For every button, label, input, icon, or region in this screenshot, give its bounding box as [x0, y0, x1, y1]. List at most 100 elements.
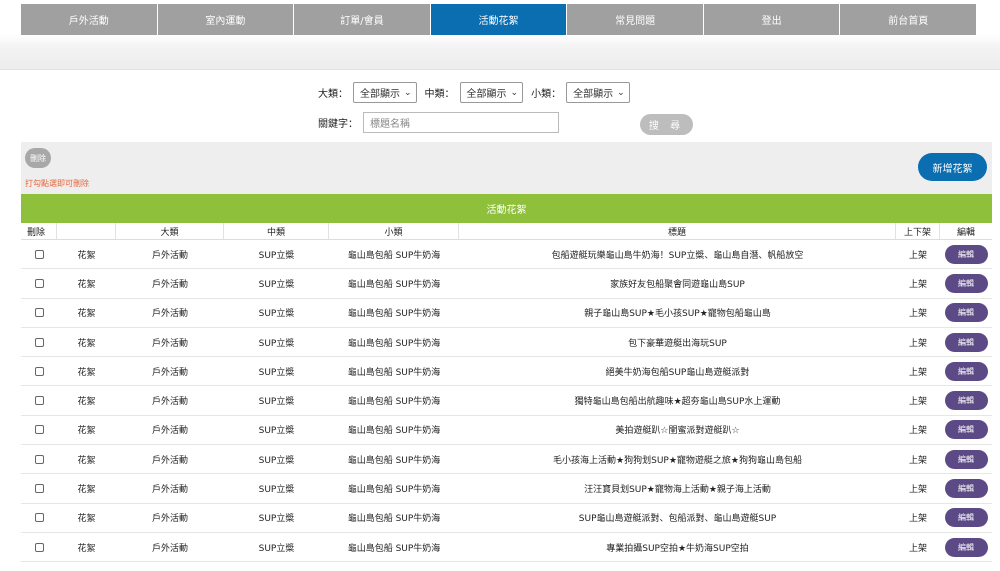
edit-button[interactable]: 編輯: [944, 479, 988, 499]
row-status: 上架: [908, 309, 927, 320]
table-row: 花絮 戶外活動 SUP立槳 龜山島包船 SUP牛奶海 SUP龜山島遊艇派對、包船派對、龜…: [21, 504, 992, 533]
delete-checkbox[interactable]: [34, 425, 44, 435]
row-status: 上架: [908, 514, 927, 525]
delete-checkbox[interactable]: [34, 337, 44, 347]
row-title: 毛小孩海上活動★狗狗划SUP★寵物遊艇之旅★狗狗龜山島包船: [553, 455, 802, 466]
mid-category-select-value: 全部顯示: [466, 89, 507, 100]
nav-item-outdoor[interactable]: 戶外活動: [21, 4, 158, 35]
add-highlight-button[interactable]: 新增花絮: [918, 153, 987, 181]
row-mid-category: SUP立槳: [258, 397, 295, 408]
row-small-category: 龜山島包船 SUP牛奶海: [347, 485, 441, 496]
row-type: 花絮: [77, 455, 96, 466]
edit-button[interactable]: 編輯: [944, 303, 988, 323]
table-row: 花絮 戶外活動 SUP立槳 龜山島包船 SUP牛奶海 家族好友包船聚會同遊龜山島SUP 上…: [21, 269, 992, 299]
small-category-select-value: 全部顯示: [573, 89, 614, 100]
row-edit-cell: 編輯: [940, 533, 992, 561]
nav-item-highlights[interactable]: 活動花絮: [430, 4, 568, 35]
category-select-value: 全部顯示: [360, 89, 400, 100]
row-checkbox-cell: [21, 240, 57, 268]
search-button[interactable]: 搜 尋: [640, 114, 693, 135]
row-mid-category: SUP立槳: [258, 543, 295, 554]
edit-button[interactable]: 編輯: [944, 273, 988, 293]
nav-item-orders[interactable]: 訂單/會員: [294, 4, 431, 35]
row-checkbox-cell: [21, 416, 57, 444]
small-category-select[interactable]: 全部顯示 ⌄: [566, 82, 630, 103]
delete-checkbox[interactable]: [34, 249, 44, 259]
row-edit-cell: 編輯: [940, 504, 992, 532]
edit-button[interactable]: 編輯: [944, 361, 988, 381]
table-row: 花絮 戶外活動 SUP立槳 龜山島包船 SUP牛奶海 美拍遊艇趴☆閨蜜派對遊艇趴☆ 上架 編…: [21, 416, 992, 446]
nav-item-faq[interactable]: 常見問題: [567, 4, 704, 35]
delete-checkbox[interactable]: [34, 396, 44, 406]
table-row: 花絮 戶外活動 SUP立槳 龜山島包船 SUP牛奶海 包船遊艇玩樂龜山島牛奶海！SUP立…: [21, 240, 992, 270]
chevron-down-icon: ⌄: [404, 87, 412, 98]
delete-button[interactable]: 刪除: [25, 148, 51, 168]
mid-category-select[interactable]: 全部顯示 ⌄: [459, 82, 524, 103]
row-category: 戶外活動: [151, 514, 188, 525]
header-edit: 編輯: [956, 227, 975, 238]
section-banner: 活動花絮: [21, 194, 992, 223]
table-row: 花絮 戶外活動 SUP立槳 龜山島包船 SUP牛奶海 絕美牛奶海包船SUP龜山島遊艇派對…: [21, 357, 992, 387]
delete-checkbox[interactable]: [34, 366, 44, 376]
row-edit-cell: 編輯: [940, 416, 992, 444]
row-small-category: 龜山島包船 SUP牛奶海: [347, 543, 441, 554]
row-status: 上架: [908, 543, 927, 554]
row-status: 上架: [908, 397, 927, 408]
edit-button[interactable]: 編輯: [944, 537, 988, 557]
edit-button[interactable]: 編輯: [944, 420, 988, 440]
row-title: SUP龜山島遊艇派對、包船派對、龜山島遊艇SUP: [578, 514, 777, 525]
row-mid-category: SUP立槳: [258, 426, 295, 437]
row-small-category: 龜山島包船 SUP牛奶海: [347, 338, 441, 349]
delete-hint: 打勾點選即可刪除: [25, 179, 89, 188]
delete-checkbox[interactable]: [34, 454, 44, 464]
edit-button[interactable]: 編輯: [944, 449, 988, 469]
row-title: 包船遊艇玩樂龜山島牛奶海！SUP立槳、龜山島自潛、帆船放空: [551, 250, 804, 261]
row-status: 上架: [908, 367, 927, 378]
row-checkbox-cell: [21, 533, 57, 561]
edit-button[interactable]: 編輯: [944, 332, 988, 352]
table-row: 花絮 戶外活動 SUP立槳 龜山島包船 SUP牛奶海 毛小孩海上活動★狗狗划SUP★寵物…: [21, 445, 992, 475]
category-select[interactable]: 全部顯示 ⌄: [353, 82, 417, 103]
table-header: 刪除 大類 中類 小類 標題 上下架 編輯: [21, 223, 992, 240]
row-checkbox-cell: [21, 269, 57, 297]
edit-button[interactable]: 編輯: [944, 244, 988, 264]
nav-item-indoor[interactable]: 室內運動: [157, 4, 295, 35]
nav-item-logout[interactable]: 登出: [703, 4, 841, 35]
row-status: 上架: [908, 485, 927, 496]
edit-button[interactable]: 編輯: [944, 391, 988, 411]
header-small-category: 小類: [329, 223, 459, 239]
nav-item-frontend-home[interactable]: 前台首頁: [840, 4, 977, 35]
row-category: 戶外活動: [151, 309, 188, 320]
row-small-category: 龜山島包船 SUP牛奶海: [347, 426, 441, 437]
row-mid-category: SUP立槳: [258, 485, 295, 496]
delete-checkbox[interactable]: [34, 513, 44, 523]
row-edit-cell: 編輯: [940, 328, 992, 356]
table-row: 花絮 戶外活動 SUP立槳 龜山島包船 SUP牛奶海 親子龜山島SUP★毛小孩SUP★寵…: [21, 299, 992, 328]
keyword-label: 關鍵字：: [318, 119, 358, 130]
row-title: 專業拍攝SUP空拍★牛奶海SUP空拍: [606, 543, 749, 554]
header-mid-category: 中類: [224, 223, 329, 239]
row-edit-cell: 編輯: [940, 269, 992, 297]
delete-checkbox[interactable]: [34, 278, 44, 288]
keyword-input[interactable]: 標題名稱: [363, 112, 559, 133]
row-edit-cell: 編輯: [940, 474, 992, 502]
edit-button[interactable]: 編輯: [944, 508, 988, 528]
chevron-down-icon: ⌄: [617, 87, 625, 98]
row-category: 戶外活動: [151, 455, 188, 466]
row-category: 戶外活動: [151, 485, 188, 496]
mid-category-label: 中類：: [424, 89, 455, 100]
table-row: 花絮 戶外活動 SUP立槳 龜山島包船 SUP牛奶海 獨特龜山島包船出航趣味★超夯龜山島…: [21, 386, 992, 416]
delete-checkbox[interactable]: [34, 308, 44, 318]
row-type: 花絮: [77, 338, 96, 349]
delete-checkbox[interactable]: [34, 484, 44, 494]
row-title: 獨特龜山島包船出航趣味★超夯龜山島SUP水上運動: [574, 397, 781, 408]
row-status: 上架: [908, 279, 927, 290]
row-title: 美拍遊艇趴☆閨蜜派對遊艇趴☆: [615, 426, 740, 437]
row-small-category: 龜山島包船 SUP牛奶海: [347, 455, 441, 466]
table-row: 花絮 戶外活動 SUP立槳 龜山島包船 SUP牛奶海 專業拍攝SUP空拍★牛奶海SUP空…: [21, 533, 992, 563]
row-title: 親子龜山島SUP★毛小孩SUP★寵物包船龜山島: [584, 309, 771, 320]
row-mid-category: SUP立槳: [258, 455, 295, 466]
delete-checkbox[interactable]: [34, 542, 44, 552]
row-type: 花絮: [77, 250, 96, 261]
row-title: 汪汪寶貝划SUP★寵物海上活動★親子海上活動: [584, 485, 771, 496]
